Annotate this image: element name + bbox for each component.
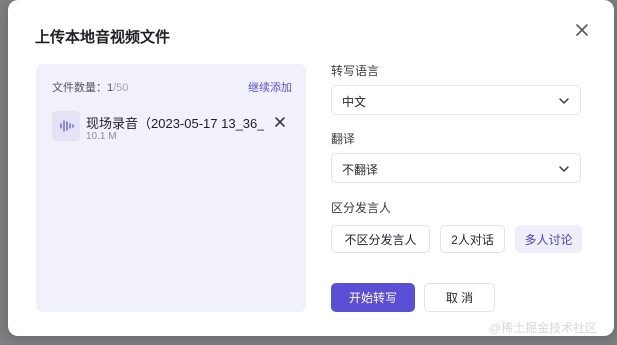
speaker-option-none[interactable]: 不区分发言人 <box>331 225 430 253</box>
speaker-label: 区分发言人 <box>331 201 392 215</box>
file-count: 文件数量：1/50 <box>52 79 128 95</box>
close-icon[interactable] <box>574 22 590 38</box>
speaker-option-two[interactable]: 2人对话 <box>440 225 505 253</box>
file-size: 10.1 M <box>86 131 117 142</box>
upload-dialog: 上传本地音视频文件 文件数量：1/50 继续添加 现场录音（2023-05-17… <box>8 0 614 336</box>
dialog-title: 上传本地音视频文件 <box>35 29 171 46</box>
chevron-down-icon <box>558 162 570 174</box>
add-more-link[interactable]: 继续添加 <box>248 79 292 95</box>
language-select[interactable]: 中文 <box>331 85 581 115</box>
translate-select[interactable]: 不翻译 <box>331 153 581 183</box>
cancel-button[interactable]: 取 消 <box>424 283 495 312</box>
translate-value: 不翻译 <box>342 163 379 177</box>
file-count-label: 文件数量： <box>52 82 107 94</box>
audio-wave-icon <box>52 111 80 141</box>
file-count-max: /50 <box>113 82 129 94</box>
file-list-panel: 文件数量：1/50 继续添加 现场录音（2023-05-17 13_36_1..… <box>36 64 306 312</box>
translate-label: 翻译 <box>331 132 356 146</box>
language-value: 中文 <box>342 95 367 109</box>
file-item: 现场录音（2023-05-17 13_36_1... 10.1 M <box>52 111 292 145</box>
chevron-down-icon <box>558 94 570 106</box>
remove-file-icon[interactable] <box>274 115 286 127</box>
speaker-option-multi[interactable]: 多人讨论 <box>515 225 582 253</box>
file-name: 现场录音（2023-05-17 13_36_1... <box>86 116 264 131</box>
watermark: @稀土掘金技术社区 <box>489 321 598 335</box>
start-transcribe-button[interactable]: 开始转写 <box>331 283 415 312</box>
language-label: 转写语言 <box>331 64 380 78</box>
